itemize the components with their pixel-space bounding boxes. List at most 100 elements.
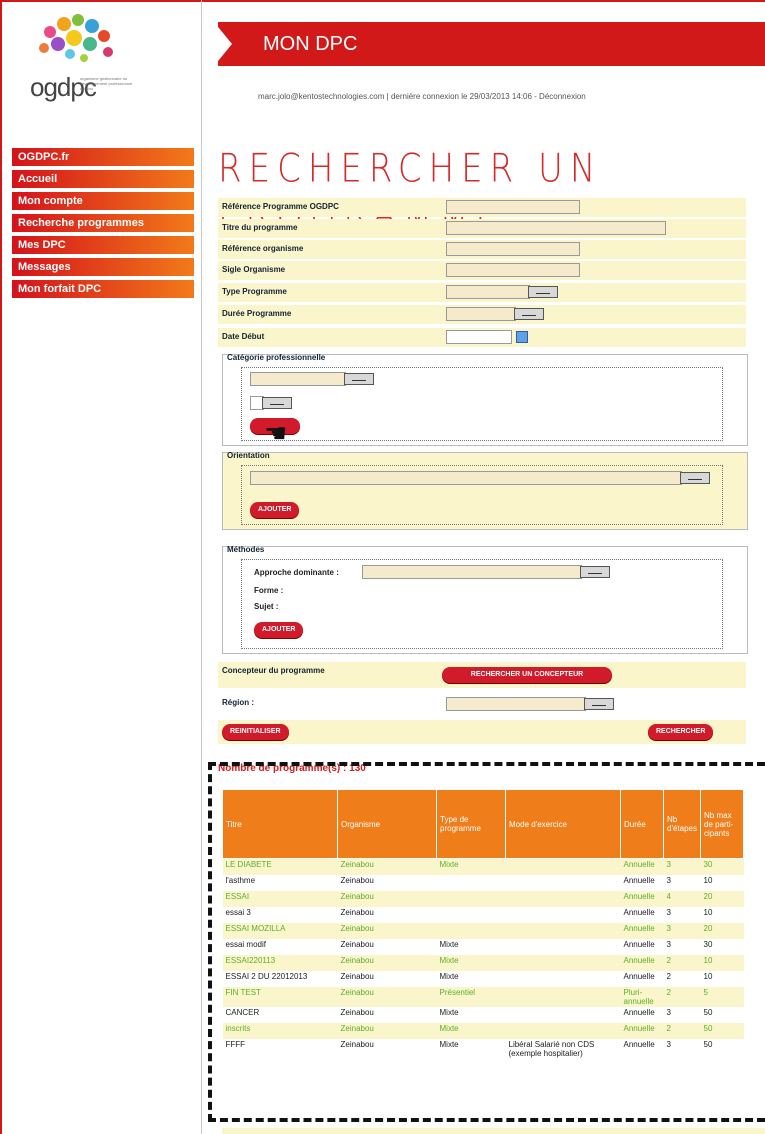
sigle-input[interactable]: [446, 263, 580, 277]
col-duree[interactable]: Durée: [620, 789, 664, 859]
form-row-duree: Durée Programme: [218, 305, 746, 324]
type-select[interactable]: [446, 285, 530, 299]
table-cell: Mixte: [436, 971, 506, 987]
type-dropdown-button[interactable]: [528, 286, 558, 298]
col-mode[interactable]: Mode d'exercice: [505, 789, 621, 859]
table-cell[interactable]: FFFF: [222, 1039, 338, 1059]
methodes-ajouter-button[interactable]: AJOUTER: [254, 622, 304, 638]
table-row[interactable]: inscrits Zeinabou Mixte Annuelle 2 50: [222, 1023, 744, 1039]
duree-select[interactable]: [446, 307, 516, 321]
table-cell: 3: [663, 858, 701, 875]
table-cell: 3: [663, 923, 701, 939]
table-cell: [505, 939, 621, 955]
table-cell[interactable]: CANCER: [222, 1007, 338, 1023]
region-select[interactable]: [446, 697, 586, 711]
table-cell: [505, 858, 621, 875]
table-row[interactable]: ESSAI Zeinabou Annuelle 4 20: [222, 891, 744, 907]
orientation-legend: Orientation: [227, 451, 270, 460]
categorie-fieldset: Catégorie professionnelle: [222, 353, 748, 446]
approche-dropdown-button[interactable]: [580, 566, 610, 578]
table-row[interactable]: ESSAI MOZILLA Zeinabou Annuelle 3 20: [222, 923, 744, 939]
table-row[interactable]: FFFF Zeinabou Mixte Libéral Salarié non CDS…: [222, 1039, 744, 1059]
ref-ogdpc-input[interactable]: [446, 200, 580, 214]
reinitialiser-button[interactable]: REINITIALISER: [222, 724, 289, 740]
table-cell: [505, 923, 621, 939]
orientation-dropdown-button[interactable]: [680, 472, 710, 484]
logout-link[interactable]: Déconnexion: [539, 92, 586, 101]
date-input[interactable]: [446, 330, 512, 344]
table-cell[interactable]: ESSAI MOZILLA: [222, 923, 338, 939]
col-etapes[interactable]: Nb d'étapes: [663, 789, 701, 859]
table-row[interactable]: ESSAI 2 DU 22012013 Zeinabou Mixte Annuelle…: [222, 971, 744, 987]
table-cell: Zeinabou: [337, 891, 437, 907]
rechercher-concepteur-button[interactable]: RECHERCHER UN CONCEPTEUR: [442, 667, 612, 683]
duree-label: Durée Programme: [222, 309, 292, 318]
table-row[interactable]: l'asthme Zeinabou Annuelle 3 10: [222, 875, 744, 891]
ogdpc-logo[interactable]: ogdpc organisme gestionnaire du développ…: [30, 12, 150, 122]
table-row[interactable]: CANCER Zeinabou Mixte Annuelle 3 50: [222, 1007, 744, 1023]
approche-select[interactable]: [362, 565, 582, 579]
titre-label: Titre du programme: [222, 223, 298, 232]
table-cell: Mixte: [436, 1007, 506, 1023]
hand-cursor-icon: ☚: [264, 418, 288, 448]
table-cell: 20: [700, 923, 744, 939]
menu-item-ogdpc[interactable]: OGDPC.fr: [12, 148, 194, 166]
col-organisme[interactable]: Organisme: [337, 789, 437, 859]
table-cell[interactable]: ESSAI: [222, 891, 338, 907]
table-cell[interactable]: ESSAI 2 DU 22012013: [222, 971, 338, 987]
col-titre[interactable]: Titre: [222, 789, 338, 859]
form-row-type: Type Programme: [218, 283, 746, 302]
categorie-dropdown-button[interactable]: [344, 373, 374, 385]
rechercher-button[interactable]: RECHERCHER: [648, 724, 714, 740]
calendar-icon[interactable]: [516, 331, 528, 343]
col-max-participants[interactable]: Nb max de parti-cipants: [700, 789, 744, 859]
region-label: Région :: [222, 698, 254, 707]
orientation-box: AJOUTER: [241, 465, 723, 525]
form-row-region: Région :: [218, 694, 746, 713]
sujet-label: Sujet :: [254, 602, 279, 611]
table-cell: Annuelle: [620, 971, 664, 987]
table-cell: Zeinabou: [337, 955, 437, 971]
col-type[interactable]: Type de programme: [436, 789, 506, 859]
menu-item-accueil[interactable]: Accueil: [12, 170, 194, 188]
table-cell[interactable]: inscrits: [222, 1023, 338, 1039]
duree-dropdown-button[interactable]: [514, 308, 544, 320]
table-cell: Zeinabou: [337, 1007, 437, 1023]
titre-input[interactable]: [446, 221, 666, 235]
table-cell: [505, 1007, 621, 1023]
table-cell: [436, 923, 506, 939]
table-cell[interactable]: ESSAI220113: [222, 955, 338, 971]
table-row[interactable]: FIN TEST Zeinabou Présentiel Pluri-annuelle…: [222, 987, 744, 1007]
region-dropdown-button[interactable]: [584, 698, 614, 710]
table-cell: [436, 907, 506, 923]
table-cell[interactable]: LE DIABETE: [222, 858, 338, 875]
ref-org-input[interactable]: [446, 242, 580, 256]
table-cell[interactable]: essai 3: [222, 907, 338, 923]
table-cell[interactable]: essai modif: [222, 939, 338, 955]
menu-item-mes-dpc[interactable]: Mes DPC: [12, 236, 194, 254]
table-row[interactable]: essai modif Zeinabou Mixte Annuelle 3 30: [222, 939, 744, 955]
date-label: Date Début: [222, 332, 265, 341]
table-cell: 2: [663, 1023, 701, 1039]
table-cell: 30: [700, 858, 744, 875]
table-cell: Annuelle: [620, 955, 664, 971]
menu-item-forfait-dpc[interactable]: Mon forfait DPC: [12, 280, 194, 298]
menu-item-mon-compte[interactable]: Mon compte: [12, 192, 194, 210]
menu-item-messages[interactable]: Messages: [12, 258, 194, 276]
table-cell: 3: [663, 875, 701, 891]
sous-categorie-dropdown-button[interactable]: [262, 397, 292, 409]
table-cell[interactable]: FIN TEST: [222, 987, 338, 1007]
table-row[interactable]: LE DIABETE Zeinabou Mixte Annuelle 3 30: [222, 858, 744, 875]
menu-item-recherche-programmes[interactable]: Recherche programmes: [12, 214, 194, 232]
table-row[interactable]: essai 3 Zeinabou Annuelle 3 10: [222, 907, 744, 923]
table-cell: Zeinabou: [337, 971, 437, 987]
orientation-ajouter-button[interactable]: AJOUTER: [250, 502, 300, 518]
categorie-select[interactable]: [250, 372, 346, 386]
user-email: marc.jolo@kentostechnologies.com: [258, 92, 385, 101]
table-cell[interactable]: l'asthme: [222, 875, 338, 891]
table-cell: Mixte: [436, 858, 506, 875]
table-row[interactable]: ESSAI220113 Zeinabou Mixte Annuelle 2 10: [222, 955, 744, 971]
table-cell: Libéral Salarié non CDS (exemple hospita…: [505, 1039, 621, 1059]
logo-tagline: organisme gestionnaire du développement …: [80, 76, 133, 91]
orientation-select[interactable]: [250, 471, 682, 485]
